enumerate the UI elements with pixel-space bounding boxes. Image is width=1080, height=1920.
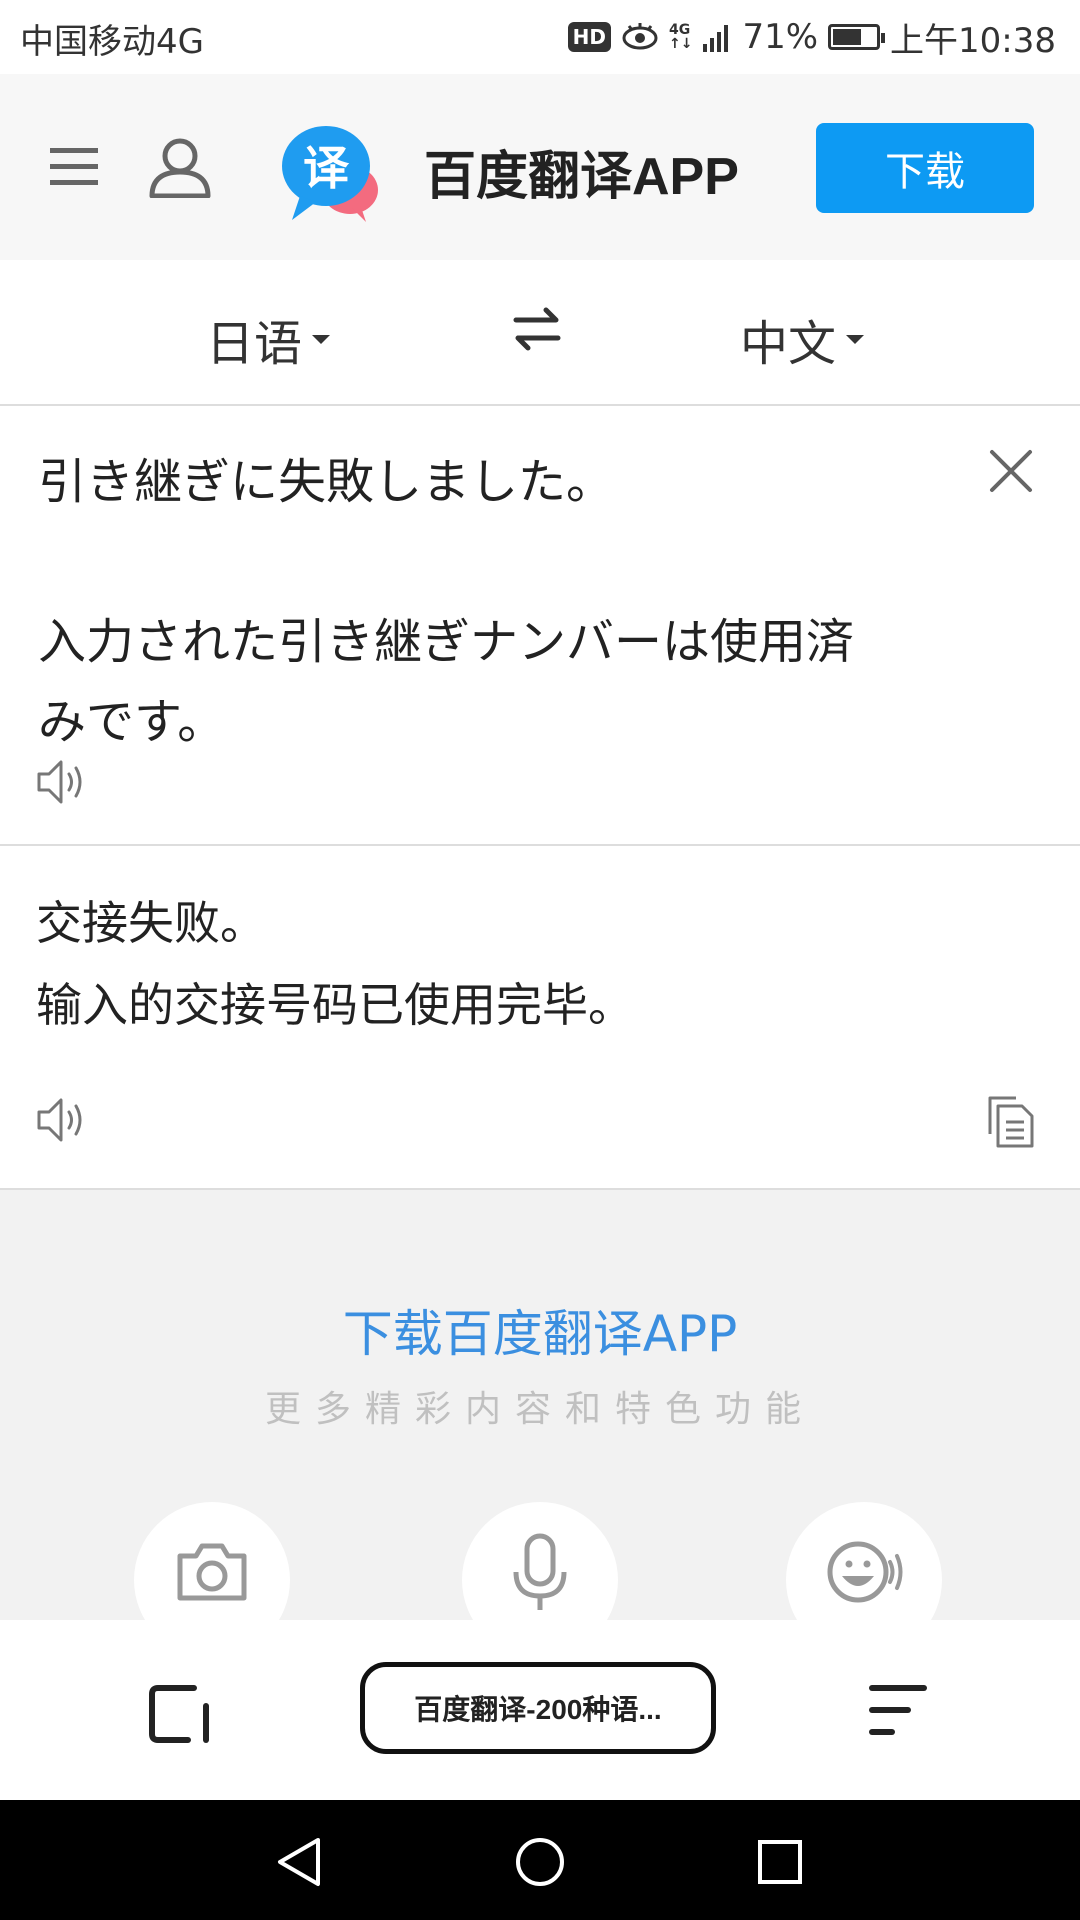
menu-icon[interactable] [868, 1682, 928, 1738]
speaker-icon[interactable] [36, 758, 88, 806]
recents-icon[interactable] [756, 1838, 804, 1886]
swap-icon[interactable] [512, 304, 562, 354]
source-language-select[interactable]: 日语 [206, 304, 331, 374]
smile-speaking-icon [827, 1541, 903, 1603]
conversation-translate-button[interactable] [786, 1502, 942, 1620]
microphone-icon [513, 1533, 567, 1610]
copy-icon[interactable] [986, 1094, 1036, 1150]
target-language-select[interactable]: 中文 [740, 304, 865, 374]
home-icon[interactable] [514, 1836, 566, 1888]
chevron-down-icon [846, 334, 865, 344]
language-bar: 日语 中文 [0, 260, 1080, 406]
clock: 上午10:38 [890, 20, 1056, 61]
chevron-down-icon [312, 334, 331, 344]
camera-icon [177, 1543, 247, 1601]
address-bar[interactable]: 百度翻译-200种语... [360, 1662, 716, 1754]
source-panel: 引き継ぎに失敗しました。 入力された引き継ぎナンバーは使用済 みです。 [0, 406, 1080, 846]
camera-translate-button[interactable] [134, 1502, 290, 1620]
translation-result: 交接失败。 输入的交接号码已使用完毕。 [36, 896, 634, 1032]
download-button[interactable]: 下载 [816, 123, 1034, 213]
app-logo: 译 [282, 126, 378, 222]
speaker-icon[interactable] [36, 1096, 88, 1144]
voice-translate-button[interactable] [462, 1502, 618, 1620]
close-icon[interactable] [988, 448, 1034, 494]
target-language-label: 中文 [740, 316, 837, 372]
browser-toolbar: 百度翻译-200种语... [0, 1620, 1080, 1800]
network-type: 4G ↑↓ [668, 22, 693, 52]
promo-section: 下载百度翻译APP 更多精彩内容和特色功能 [0, 1190, 1080, 1620]
app-header: 译 百度翻译APP 下载 [0, 74, 1080, 260]
hd-badge: HD [567, 22, 611, 52]
back-icon[interactable] [274, 1836, 324, 1888]
logo-text: 译 [303, 141, 350, 195]
user-icon[interactable] [148, 134, 212, 198]
result-panel: 交接失败。 输入的交接号码已使用完毕。 [0, 846, 1080, 1190]
battery-icon [828, 24, 886, 50]
eye-icon [622, 23, 658, 50]
source-text-input[interactable]: 引き継ぎに失敗しました。 入力された引き継ぎナンバーは使用済 みです。 [38, 442, 918, 762]
app-title: 百度翻译APP [424, 148, 739, 206]
battery-percent: 71% [742, 17, 819, 57]
source-language-label: 日语 [206, 316, 303, 372]
promo-subtitle: 更多精彩内容和特色功能 [264, 1389, 815, 1430]
status-icons: HD 4G ↑↓ 71% 上午10:38 [567, 10, 1056, 64]
carrier-label: 中国移动4G [20, 22, 204, 62]
promo-download-link[interactable]: 下载百度翻译APP [0, 1294, 1080, 1366]
tabs-icon[interactable] [148, 1682, 212, 1746]
status-bar: 中国移动4G HD 4G ↑↓ 71% 上午10:38 [0, 0, 1080, 74]
signal-icon [703, 25, 729, 52]
system-nav-bar [0, 1800, 1080, 1920]
menu-icon[interactable] [50, 146, 98, 188]
